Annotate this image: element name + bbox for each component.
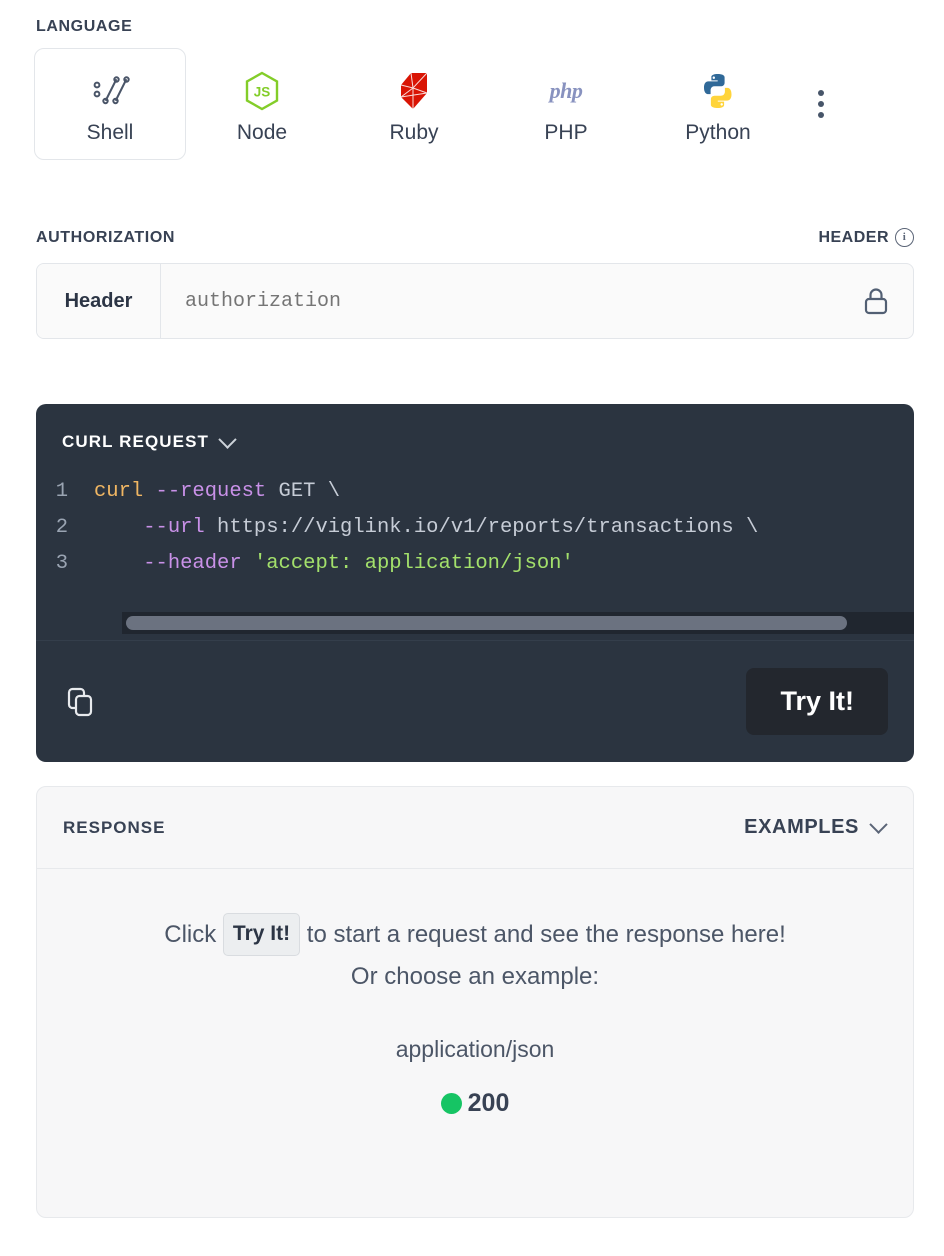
language-section: LANGUAGE Shell <box>36 18 916 160</box>
curl-request-toggle[interactable]: CURL REQUEST <box>36 404 914 452</box>
code-token <box>94 516 143 539</box>
language-tab-node[interactable]: JS Node <box>186 48 338 160</box>
authorization-header: AUTHORIZATION HEADER i <box>36 228 914 247</box>
response-title: RESPONSE <box>63 818 165 838</box>
python-icon <box>699 70 737 112</box>
language-tab-label: PHP <box>544 122 587 143</box>
language-tab-label: Node <box>237 122 287 143</box>
lock-icon[interactable] <box>839 264 913 338</box>
svg-text:JS: JS <box>254 84 271 99</box>
chevron-down-icon <box>218 430 236 448</box>
response-hint-second-line: Or choose an example: <box>37 956 913 998</box>
scrollbar-thumb[interactable] <box>126 616 847 630</box>
shell-icon <box>90 70 130 112</box>
code-token: --request <box>156 480 279 503</box>
chevron-down-icon <box>869 815 887 833</box>
curl-request-panel: CURL REQUEST 1curl --request GET \2 --ur… <box>36 404 914 762</box>
examples-label: EXAMPLES <box>744 816 859 839</box>
code-token: 'accept: application/json' <box>254 552 574 575</box>
code-line: 2 --url https://viglink.io/v1/reports/tr… <box>36 510 914 546</box>
language-tab-python[interactable]: Python <box>642 48 794 160</box>
kebab-menu-icon <box>818 90 824 118</box>
more-languages-button[interactable] <box>794 48 848 160</box>
authorization-field-label: Header <box>37 264 161 338</box>
code-token: --url <box>143 516 217 539</box>
authorization-section: AUTHORIZATION HEADER i Header <box>36 228 914 339</box>
language-heading: LANGUAGE <box>36 18 916 36</box>
code-token: https://viglink.io/v1/reports/transactio… <box>217 516 758 539</box>
try-it-button[interactable]: Try It! <box>746 668 888 735</box>
code-line-number: 1 <box>36 474 94 510</box>
code-line-number: 2 <box>36 510 94 546</box>
language-tab-label: Ruby <box>389 122 438 143</box>
language-tab-list: Shell JS Node <box>34 48 916 160</box>
code-token: --header <box>143 552 254 575</box>
authorization-type-label: HEADER <box>818 229 889 247</box>
inline-try-it-button[interactable]: Try It! <box>223 913 300 956</box>
status-dot-icon <box>441 1093 462 1114</box>
code-line-number: 3 <box>36 546 94 582</box>
php-icon: php <box>550 70 583 112</box>
php-icon-text: php <box>550 78 583 104</box>
code-body: 1curl --request GET \2 --url https://vig… <box>36 474 914 632</box>
language-tab-php[interactable]: php PHP <box>490 48 642 160</box>
status-code: 200 <box>468 1089 510 1118</box>
code-token: GET \ <box>279 480 341 503</box>
response-hint: Click Try It! to start a request and see… <box>37 913 913 956</box>
nodejs-icon: JS <box>244 70 280 112</box>
language-tab-label: Shell <box>87 122 134 143</box>
response-header: RESPONSE EXAMPLES <box>37 787 913 869</box>
code-token <box>94 552 143 575</box>
authorization-field: Header <box>36 263 914 339</box>
code-block[interactable]: 1curl --request GET \2 --url https://vig… <box>36 474 914 582</box>
example-content-type[interactable]: application/json <box>37 1036 913 1063</box>
example-status-row[interactable]: 200 <box>37 1089 913 1118</box>
code-line: 1curl --request GET \ <box>36 474 914 510</box>
response-panel: RESPONSE EXAMPLES Click Try It! to start… <box>36 786 914 1218</box>
language-tab-label: Python <box>685 122 750 143</box>
response-body: Click Try It! to start a request and see… <box>37 869 913 1118</box>
code-line: 3 --header 'accept: application/json' <box>36 546 914 582</box>
response-hint-suffix: to start a request and see the response … <box>307 921 786 948</box>
examples-dropdown[interactable]: EXAMPLES <box>744 816 885 839</box>
authorization-header-input[interactable] <box>161 264 839 338</box>
info-icon[interactable]: i <box>895 228 914 247</box>
language-tab-shell[interactable]: Shell <box>34 48 186 160</box>
code-footer: Try It! <box>36 640 914 762</box>
copy-icon[interactable] <box>66 686 96 718</box>
authorization-heading: AUTHORIZATION <box>36 229 175 247</box>
curl-request-title: CURL REQUEST <box>62 432 209 452</box>
code-horizontal-scrollbar[interactable] <box>122 612 914 634</box>
authorization-type-toggle[interactable]: HEADER i <box>818 228 914 247</box>
language-tab-ruby[interactable]: Ruby <box>338 48 490 160</box>
ruby-icon <box>396 70 432 112</box>
code-token: curl <box>94 480 156 503</box>
response-hint-prefix: Click <box>164 921 216 948</box>
